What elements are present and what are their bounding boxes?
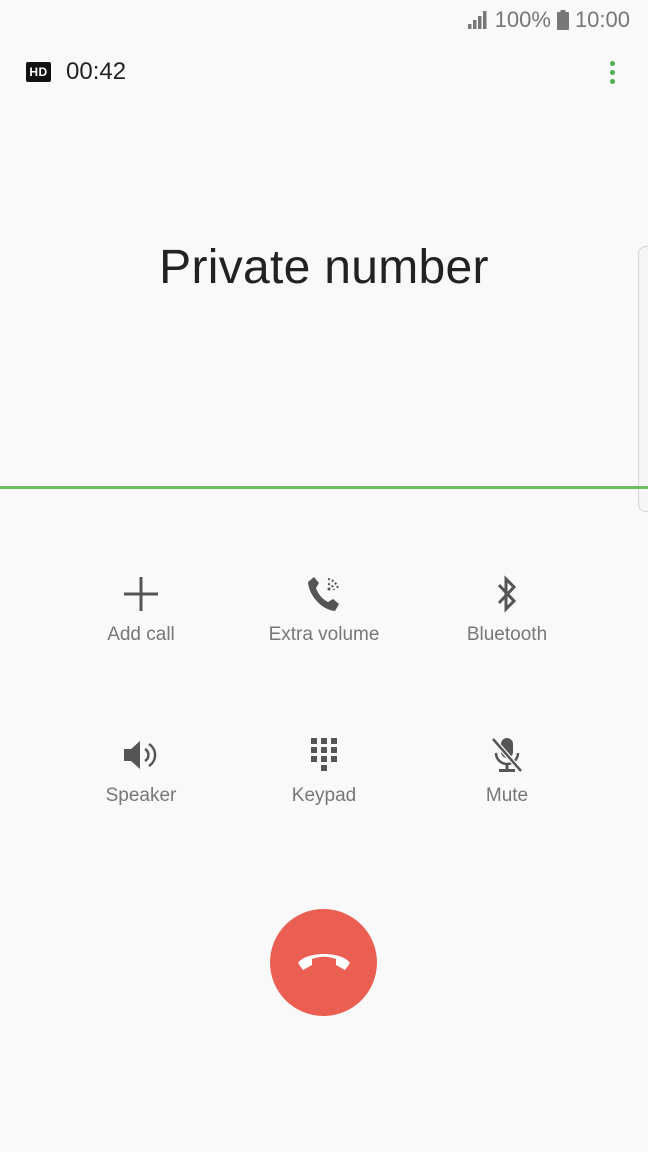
in-call-screen: 100% 10:00 HD 00:42 Private number Add c… xyxy=(0,0,648,1152)
clock: 10:00 xyxy=(574,7,630,32)
bluetooth-label: Bluetooth xyxy=(466,624,548,645)
speaker-icon xyxy=(120,733,162,777)
add-call-label: Add call xyxy=(107,624,175,645)
mute-label: Mute xyxy=(485,785,529,806)
speaker-label: Speaker xyxy=(105,785,177,806)
keypad-label: Keypad xyxy=(291,785,357,806)
end-call-button[interactable] xyxy=(270,909,377,1016)
mute-button[interactable]: Mute xyxy=(417,733,597,823)
battery-icon xyxy=(556,10,569,30)
keypad-button[interactable]: Keypad xyxy=(234,733,414,823)
speaker-button[interactable]: Speaker xyxy=(51,733,231,823)
hd-voice-badge: HD xyxy=(26,62,51,82)
keypad-icon xyxy=(308,733,340,777)
call-timer: 00:42 xyxy=(66,58,127,85)
plus-icon xyxy=(121,572,161,616)
extra-volume-label: Extra volume xyxy=(268,624,380,645)
status-bar: 100% 10:00 xyxy=(0,0,648,40)
edge-panel-handle[interactable] xyxy=(638,246,648,512)
hang-up-icon xyxy=(294,945,354,980)
extra-volume-button[interactable]: Extra volume xyxy=(234,572,414,662)
bluetooth-button[interactable]: Bluetooth xyxy=(417,572,597,662)
add-call-button[interactable]: Add call xyxy=(51,572,231,662)
caller-name: Private number xyxy=(159,241,489,294)
signal-icon xyxy=(467,10,489,30)
mute-microphone-icon xyxy=(489,733,525,777)
more-options-icon[interactable] xyxy=(602,54,622,90)
call-header: HD 00:42 xyxy=(26,52,622,92)
battery-percentage: 100% xyxy=(494,7,551,32)
phone-volume-icon xyxy=(304,572,344,616)
bluetooth-icon xyxy=(492,572,522,616)
divider-line xyxy=(0,486,648,489)
